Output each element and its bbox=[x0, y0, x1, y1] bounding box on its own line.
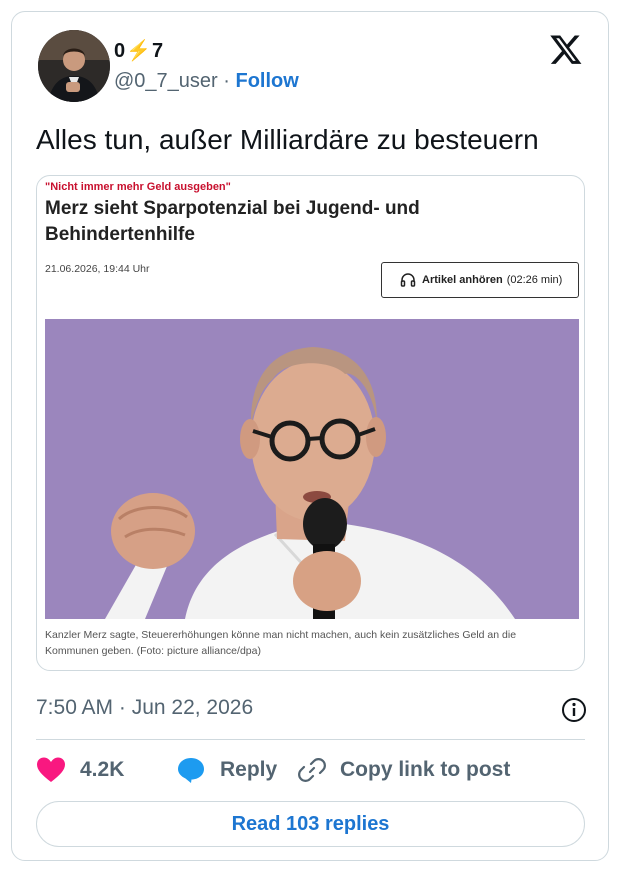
separator: · bbox=[217, 70, 236, 92]
like-count: 4.2K bbox=[80, 758, 125, 781]
tweet-card: 0⚡7 @0_7_user · Follow Alles tun, außer … bbox=[11, 11, 609, 861]
link-icon bbox=[298, 758, 326, 782]
article-kicker: "Nicht immer mehr Geld ausgeben" bbox=[45, 181, 231, 193]
copy-link-label: Copy link to post bbox=[340, 758, 511, 781]
article-headline: Merz sieht Sparpotenzial bei Jugend- und… bbox=[45, 198, 420, 245]
article-photo-caption: Kanzler Merz sagte, Steuererhöhungen kön… bbox=[45, 629, 517, 657]
reply-button[interactable]: Reply bbox=[176, 752, 277, 788]
follow-button[interactable]: Follow bbox=[235, 70, 298, 92]
reply-label: Reply bbox=[220, 758, 278, 781]
info-icon[interactable] bbox=[560, 696, 588, 724]
article-photo bbox=[45, 319, 579, 619]
author-display-name[interactable]: 0⚡7 bbox=[114, 38, 164, 63]
read-replies-button[interactable]: Read 103 replies bbox=[36, 801, 585, 847]
article-dateline: 21.06.2026, 19:44 Uhr bbox=[45, 263, 150, 275]
copy-link-button[interactable]: Copy link to post bbox=[298, 752, 510, 788]
listen-duration: (02:26 min) bbox=[506, 274, 563, 286]
lightning-emoji: ⚡ bbox=[126, 40, 153, 62]
author-handle[interactable]: @0_7_user bbox=[114, 70, 218, 92]
reply-bubble-icon bbox=[178, 758, 204, 783]
author-avatar[interactable] bbox=[38, 30, 110, 102]
headphones-icon bbox=[400, 273, 416, 287]
tweet-text: Alles tun, außer Milliardäre zu besteuer… bbox=[36, 124, 539, 155]
x-logo-icon[interactable] bbox=[549, 32, 583, 66]
listen-article-button[interactable]: Artikel anhören (02:26 min) bbox=[381, 262, 579, 298]
heart-icon bbox=[37, 757, 65, 782]
divider bbox=[36, 739, 585, 740]
action-bar: 4.2K Reply Copy link to post bbox=[36, 752, 585, 792]
tweet-timestamp[interactable]: 7:50 AM · Jun 22, 2026 bbox=[36, 696, 253, 720]
author-handle-row: @0_7_user · Follow bbox=[114, 70, 299, 93]
like-button[interactable]: 4.2K bbox=[36, 752, 124, 788]
listen-label: Artikel anhören bbox=[422, 274, 503, 286]
embedded-article-card[interactable]: "Nicht immer mehr Geld ausgeben" Merz si… bbox=[36, 175, 585, 671]
